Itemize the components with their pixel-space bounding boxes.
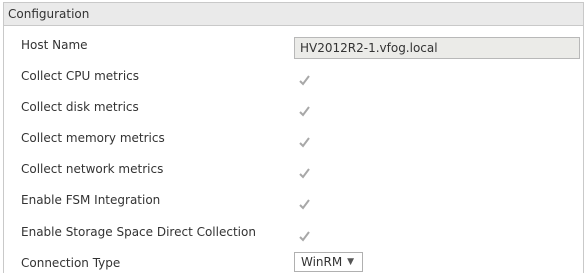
collect-network-label: Collect network metrics bbox=[21, 162, 164, 176]
collect-memory-checkbox bbox=[298, 136, 311, 149]
check-icon bbox=[299, 199, 310, 210]
connection-type-row: Connection Type WinRM ▼ bbox=[4, 248, 583, 279]
host-name-row: Host Name HV2012R2-1.vfog.local bbox=[4, 30, 583, 61]
configuration-panel: Configuration Host Name HV2012R2-1.vfog.… bbox=[3, 2, 584, 273]
check-icon bbox=[299, 75, 310, 86]
enable-fsm-label: Enable FSM Integration bbox=[21, 193, 161, 207]
check-icon bbox=[299, 106, 310, 117]
collect-disk-row: Collect disk metrics bbox=[4, 92, 583, 123]
check-icon bbox=[299, 137, 310, 148]
collect-network-checkbox bbox=[298, 167, 311, 180]
enable-s2d-label: Enable Storage Space Direct Collection bbox=[21, 225, 256, 239]
host-name-field: HV2012R2-1.vfog.local bbox=[294, 37, 580, 59]
check-icon bbox=[299, 231, 310, 242]
enable-s2d-checkbox bbox=[298, 230, 311, 243]
enable-fsm-checkbox bbox=[298, 198, 311, 211]
collect-disk-checkbox bbox=[298, 105, 311, 118]
connection-type-label: Connection Type bbox=[21, 256, 121, 270]
collect-cpu-label: Collect CPU metrics bbox=[21, 69, 139, 83]
collect-memory-row: Collect memory metrics bbox=[4, 123, 583, 154]
collect-cpu-checkbox bbox=[298, 74, 311, 87]
connection-type-select[interactable]: WinRM ▼ bbox=[294, 252, 363, 272]
connection-type-value: WinRM bbox=[301, 255, 343, 269]
chevron-down-icon: ▼ bbox=[347, 257, 354, 267]
collect-cpu-row: Collect CPU metrics bbox=[4, 61, 583, 92]
collect-network-row: Collect network metrics bbox=[4, 154, 583, 185]
collect-memory-label: Collect memory metrics bbox=[21, 131, 165, 145]
check-icon bbox=[299, 168, 310, 179]
host-name-label: Host Name bbox=[21, 38, 88, 52]
collect-disk-label: Collect disk metrics bbox=[21, 100, 139, 114]
panel-title: Configuration bbox=[4, 3, 583, 26]
enable-fsm-row: Enable FSM Integration bbox=[4, 185, 583, 216]
enable-s2d-row: Enable Storage Space Direct Collection bbox=[4, 217, 583, 248]
